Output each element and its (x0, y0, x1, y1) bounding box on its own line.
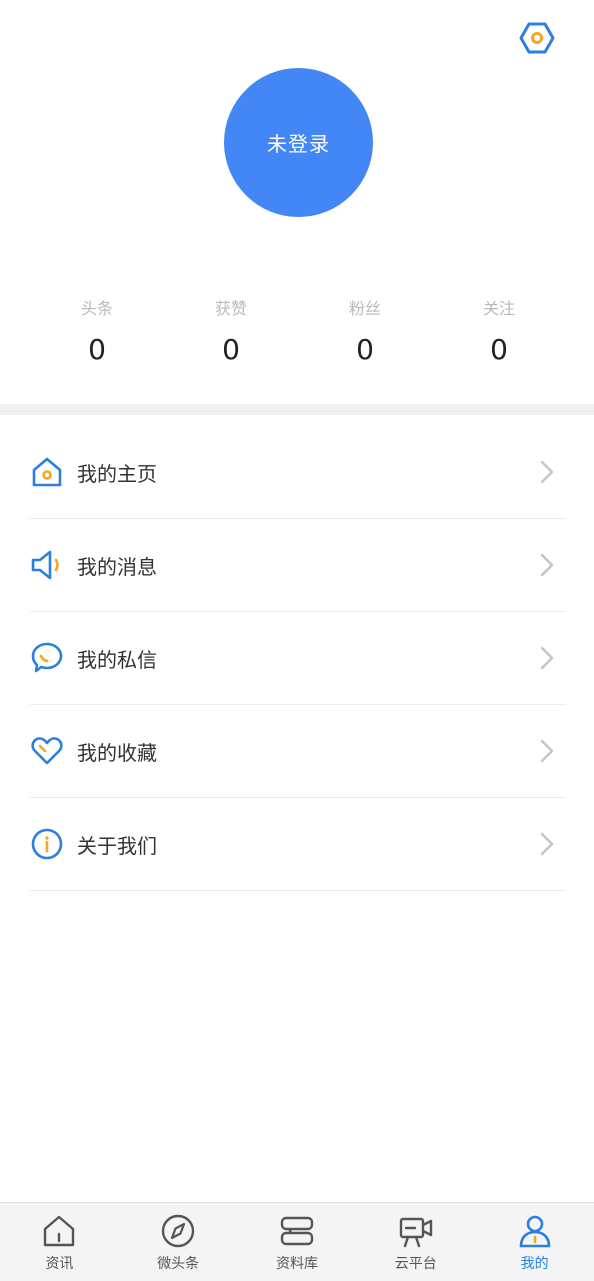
stat-label: 粉丝 (348, 299, 381, 318)
chevron-right-icon (540, 646, 554, 670)
menu-item-private-messages[interactable]: 我的私信 (30, 612, 566, 705)
stat-likes[interactable]: 获赞 0 (164, 296, 298, 370)
person-icon (519, 1215, 550, 1248)
tab-news[interactable]: 资讯 (0, 1203, 119, 1281)
home-icon (30, 455, 64, 489)
heart-icon (30, 734, 64, 768)
info-icon (30, 827, 64, 861)
tab-library[interactable]: 资料库 (238, 1203, 357, 1281)
menu-item-label: 我的收藏 (77, 740, 157, 765)
bottom-tab-bar: 资讯 微头条 资料库 云平台 我的 (0, 1202, 594, 1281)
chevron-right-icon (540, 460, 554, 484)
house-icon (44, 1215, 75, 1247)
tab-cloud-platform[interactable]: 云平台 (356, 1203, 475, 1281)
stat-following[interactable]: 关注 0 (432, 296, 566, 370)
menu-item-label: 关于我们 (77, 833, 157, 858)
menu-item-label: 我的消息 (77, 554, 157, 579)
settings-button[interactable] (517, 18, 557, 58)
chat-bubble-icon (30, 641, 64, 675)
tab-label: 云平台 (394, 1256, 437, 1272)
stat-toutiao[interactable]: 头条 0 (30, 296, 164, 370)
chevron-right-icon (540, 553, 554, 577)
chevron-right-icon (540, 739, 554, 763)
stat-value: 0 (88, 333, 106, 366)
avatar-label: 未登录 (267, 132, 330, 156)
tab-micro-headlines[interactable]: 微头条 (119, 1203, 238, 1281)
library-icon (280, 1216, 314, 1246)
stat-fans[interactable]: 粉丝 0 (298, 296, 432, 370)
menu-item-messages[interactable]: 我的消息 (30, 519, 566, 612)
speaker-icon (30, 548, 64, 582)
tab-label: 微头条 (157, 1256, 200, 1272)
tab-label: 资料库 (275, 1256, 318, 1272)
stats-row: 头条 0 获赞 0 粉丝 0 关注 0 (30, 296, 566, 370)
stat-value: 0 (356, 333, 374, 366)
tab-label: 资讯 (45, 1256, 74, 1272)
stat-value: 0 (490, 333, 508, 366)
compass-icon (161, 1214, 195, 1248)
section-divider (0, 404, 594, 415)
stat-label: 获赞 (214, 299, 247, 318)
tab-mine[interactable]: 我的 (475, 1203, 594, 1281)
menu-item-label: 我的主页 (77, 461, 157, 486)
tab-label: 我的 (520, 1256, 549, 1272)
stat-label: 关注 (482, 299, 515, 318)
login-avatar-button[interactable]: 未登录 (224, 68, 373, 217)
chevron-right-icon (540, 832, 554, 856)
menu-list: 我的主页 我的消息 我的私信 我的收藏 关于我们 (30, 426, 566, 891)
menu-item-label: 我的私信 (77, 647, 157, 672)
menu-item-about-us[interactable]: 关于我们 (30, 798, 566, 891)
stat-value: 0 (222, 333, 240, 366)
video-camera-icon (399, 1217, 432, 1248)
settings-hexagon-icon (519, 22, 555, 54)
menu-item-homepage[interactable]: 我的主页 (30, 426, 566, 519)
menu-item-favorites[interactable]: 我的收藏 (30, 705, 566, 798)
stat-label: 头条 (80, 299, 113, 318)
